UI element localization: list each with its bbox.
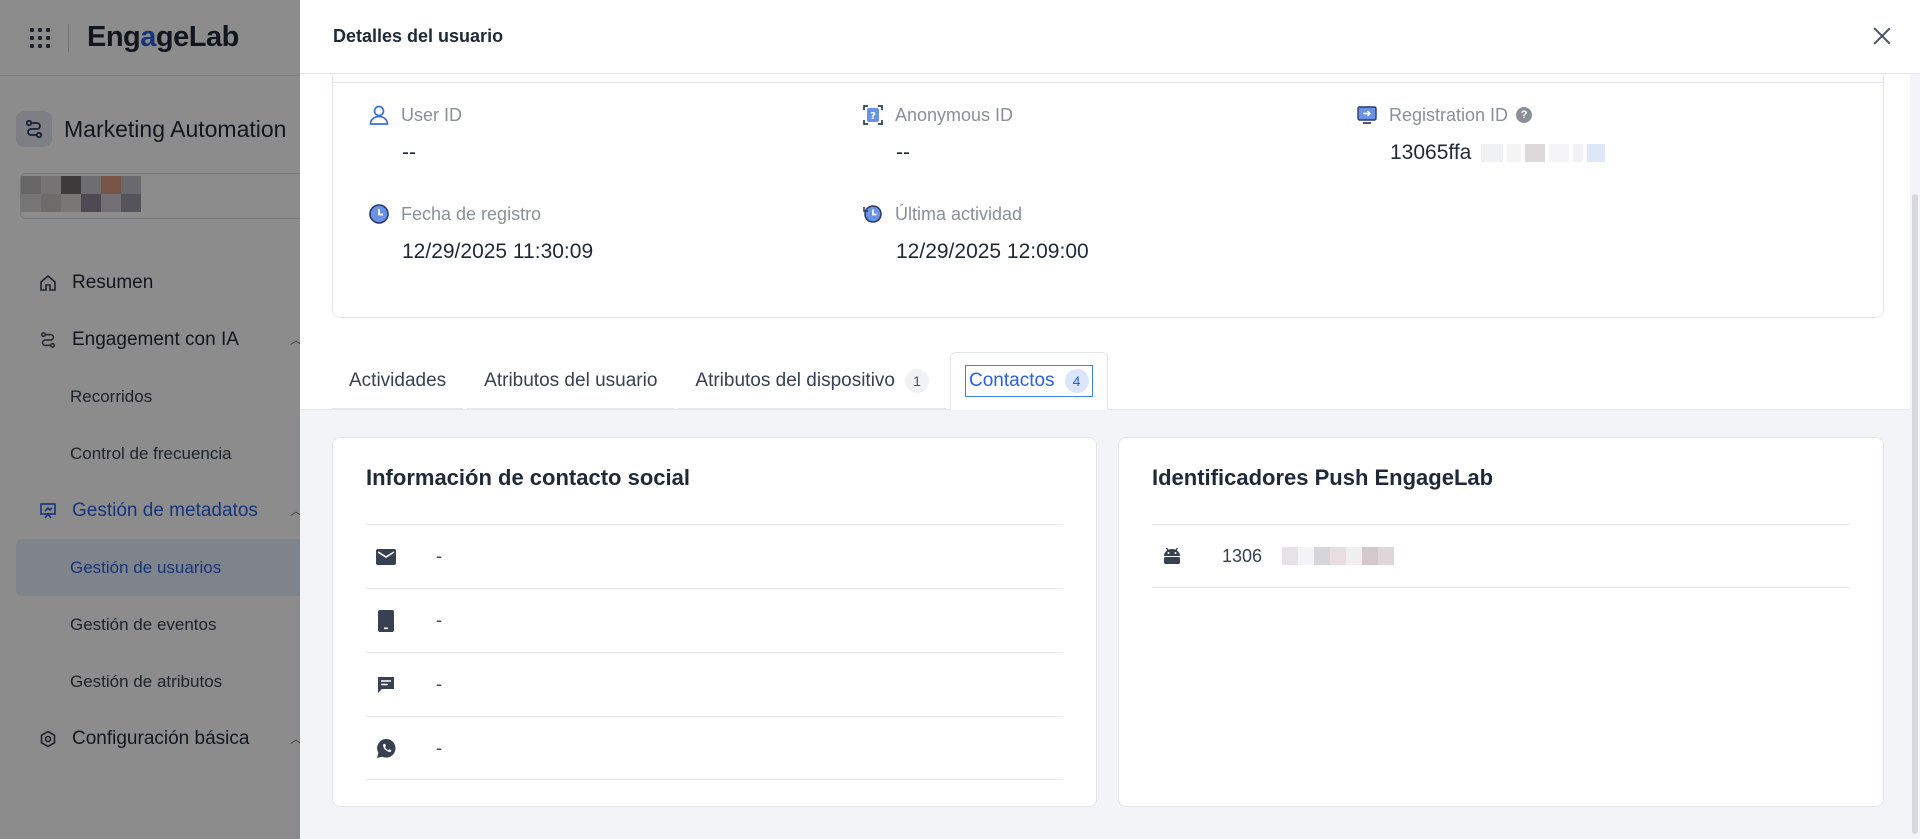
contact-row-phone: - xyxy=(366,588,1063,652)
whatsapp-icon xyxy=(376,738,416,759)
field-ultima-actividad: Última actividad 12/29/2025 12:09:00 xyxy=(861,201,1089,264)
field-label: Anonymous ID xyxy=(895,104,1014,125)
push-id-value: 1306 xyxy=(1222,545,1263,566)
sms-icon xyxy=(376,675,416,695)
field-label: Fecha de registro xyxy=(401,203,542,224)
count-badge: 1 xyxy=(905,368,929,393)
redacted-id xyxy=(1282,547,1395,565)
contact-row-whatsapp: - xyxy=(366,716,1063,780)
user-info-card: User ID -- ? Anonymous ID -- Registratio… xyxy=(332,74,1884,318)
user-icon xyxy=(367,103,391,127)
contact-value: - xyxy=(436,737,442,758)
card-title: Información de contacto social xyxy=(366,465,690,490)
field-anonymous-id: ? Anonymous ID -- xyxy=(861,102,1013,165)
device-id-icon xyxy=(1355,103,1379,127)
contact-value: - xyxy=(436,546,442,566)
svg-text:?: ? xyxy=(870,111,876,122)
push-identifiers-card: Identificadores Push EngageLab 1306 xyxy=(1118,437,1884,807)
phone-icon xyxy=(376,609,416,632)
contact-value: - xyxy=(436,610,442,630)
registration-id-value: 13065ffa xyxy=(1390,141,1606,165)
field-user-id: User ID -- xyxy=(367,102,462,165)
user-details-drawer: Detalles del usuario User ID -- ? Anonym… xyxy=(300,0,1920,839)
drawer-scrollbar[interactable] xyxy=(1910,74,1920,839)
push-row-android: 1306 xyxy=(1152,524,1850,588)
history-clock-icon xyxy=(861,202,885,226)
tab-contactos[interactable]: Contactos 4 xyxy=(950,352,1108,410)
user-id-value: -- xyxy=(402,141,416,164)
fecha-registro-value: 12/29/2025 11:30:09 xyxy=(402,240,594,263)
contact-rows: - - - - xyxy=(366,524,1063,780)
field-label: User ID xyxy=(401,104,463,125)
contact-row-sms: - xyxy=(366,652,1063,716)
drawer-title: Detalles del usuario xyxy=(333,26,504,46)
field-label: Registration ID xyxy=(1389,104,1509,125)
detail-tabs: Actividades Atributos del usuario Atribu… xyxy=(332,352,1112,410)
help-icon[interactable]: ? xyxy=(1516,107,1533,123)
field-label: Última actividad xyxy=(895,203,1023,224)
field-fecha-registro: Fecha de registro 12/29/2025 11:30:09 xyxy=(367,201,593,264)
clock-icon xyxy=(367,202,391,226)
card-title: Identificadores Push EngageLab xyxy=(1152,465,1494,490)
drawer-header: Detalles del usuario xyxy=(300,0,1920,74)
anonymous-id-value: -- xyxy=(896,141,910,164)
android-icon xyxy=(1162,546,1202,566)
mail-icon xyxy=(376,548,416,565)
tab-actividades[interactable]: Actividades xyxy=(332,353,464,410)
count-badge: 4 xyxy=(1064,369,1089,393)
contact-value: - xyxy=(436,674,442,694)
contact-row-email: - xyxy=(366,524,1063,588)
push-rows: 1306 xyxy=(1152,524,1850,588)
tab-atributos-dispositivo[interactable]: Atributos del dispositivo 1 xyxy=(678,353,946,410)
close-icon[interactable] xyxy=(1870,24,1894,48)
field-registration-id: Registration ID ? 13065ffa xyxy=(1355,102,1606,165)
social-contact-card: Información de contacto social - - - - xyxy=(332,437,1097,807)
tab-atributos-usuario[interactable]: Atributos del usuario xyxy=(467,353,675,410)
anonymous-user-icon: ? xyxy=(861,103,885,127)
drawer-body: User ID -- ? Anonymous ID -- Registratio… xyxy=(300,74,1920,839)
ultima-actividad-value: 12/29/2025 12:09:00 xyxy=(896,240,1089,263)
